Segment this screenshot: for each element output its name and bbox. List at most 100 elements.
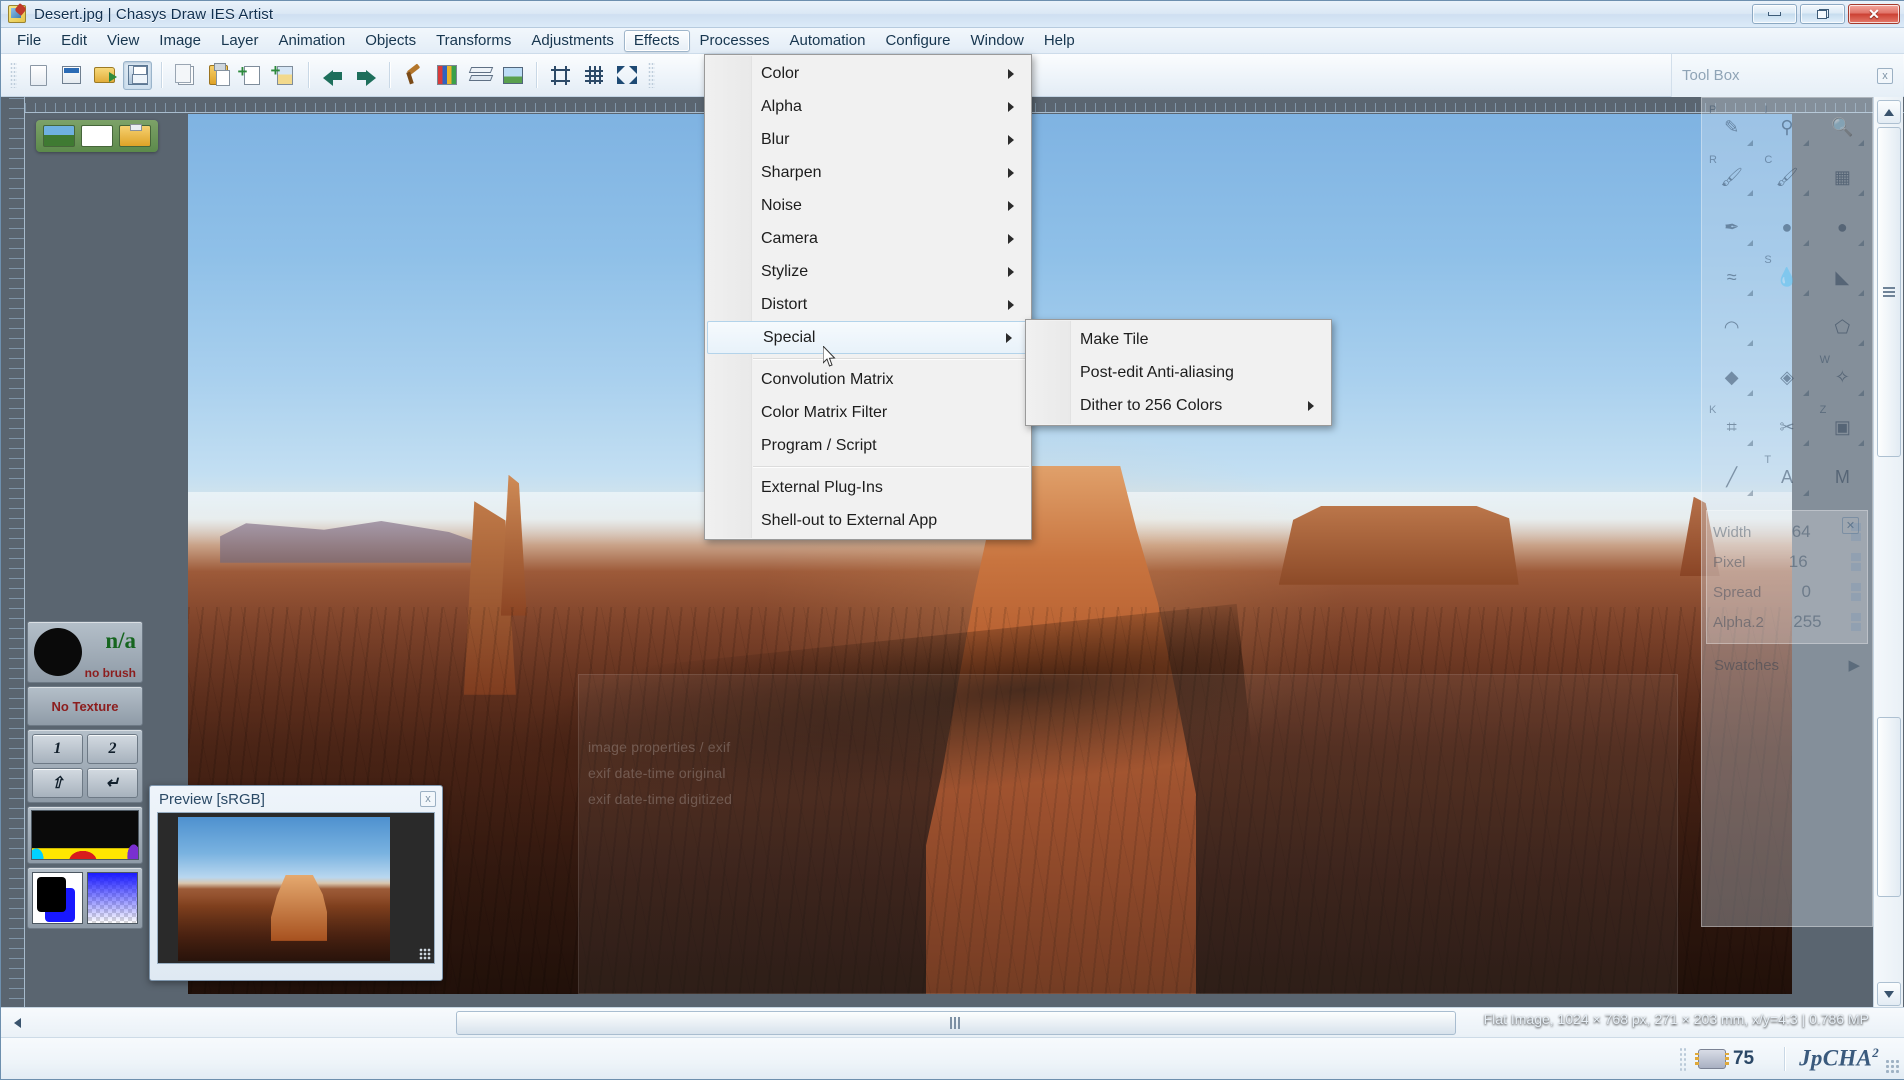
tool-water-drop[interactable]: S 💧	[1761, 254, 1812, 300]
tool-sphere-shade[interactable]: ●	[1761, 204, 1812, 250]
pad-2[interactable]: 2	[87, 734, 138, 764]
layer-chip-clipboard[interactable]	[119, 124, 151, 147]
color-panel-close-icon[interactable]: ✕	[1842, 517, 1859, 534]
menu-objects[interactable]: Objects	[355, 30, 426, 52]
menu-animation[interactable]: Animation	[269, 30, 356, 52]
fit-to-screen-button[interactable]	[612, 61, 641, 90]
tool-knife[interactable]: ✂	[1761, 404, 1812, 450]
menu-file[interactable]: File	[7, 30, 51, 52]
tool-eyedropper[interactable]: I ⚲	[1761, 104, 1812, 150]
menu-item-program-script[interactable]: Program / Script	[705, 429, 1031, 462]
tool-fill-bucket[interactable]: ◆	[1706, 354, 1757, 400]
submenu-item-dither-to-256-colors[interactable]: Dither to 256 Colors	[1026, 389, 1331, 422]
image-button[interactable]	[498, 61, 527, 90]
pad-1[interactable]: 1	[32, 734, 83, 764]
layer-chip-photo[interactable]	[43, 125, 75, 147]
brush-panel[interactable]: n/a no brush	[27, 621, 143, 683]
preview-resize-grip[interactable]	[419, 948, 431, 960]
tool-mode-letter[interactable]: M	[1817, 454, 1868, 500]
foreground-background-colors[interactable]	[32, 872, 83, 924]
vertical-scroll-thumb[interactable]	[1877, 127, 1901, 457]
menu-effects[interactable]: Effects	[623, 29, 690, 52]
texture-panel[interactable]: No Texture	[27, 686, 143, 726]
menu-window[interactable]: Window	[960, 30, 1033, 52]
menu-adjustments[interactable]: Adjustments	[521, 30, 624, 52]
pad-enter[interactable]: ↵	[87, 768, 138, 798]
menu-item-color[interactable]: Color	[705, 57, 1031, 90]
close-button[interactable]: ✕	[1848, 4, 1900, 24]
tool-crop[interactable]: K ⌗	[1706, 404, 1757, 450]
palette-button[interactable]	[432, 61, 461, 90]
tool-clone-brush[interactable]: C 🖌	[1761, 154, 1812, 200]
copy-button[interactable]	[171, 61, 200, 90]
menu-item-convolution-matrix[interactable]: Convolution Matrix	[705, 363, 1031, 396]
undo-button[interactable]	[318, 61, 347, 90]
menu-image[interactable]: Image	[149, 30, 211, 52]
layers-button[interactable]	[465, 61, 494, 90]
tool-pencil[interactable]: P ✎	[1706, 104, 1757, 150]
toolbar-grip-end[interactable]	[648, 62, 655, 88]
spread-stepper[interactable]	[1851, 583, 1861, 601]
scroll-down-button[interactable]	[1877, 982, 1901, 1006]
cpu-usage-indicator[interactable]: 75	[1694, 1048, 1754, 1070]
menu-item-camera[interactable]: Camera	[705, 222, 1031, 255]
scroll-up-button[interactable]	[1877, 100, 1901, 124]
layer-chip-blank[interactable]	[81, 125, 113, 147]
grid-button[interactable]	[579, 61, 608, 90]
scroll-left-button[interactable]	[5, 1011, 29, 1035]
field-alpha[interactable]: Alpha.2 255	[1713, 607, 1861, 637]
open-document-button[interactable]	[57, 61, 86, 90]
tool-text[interactable]: TA	[1761, 454, 1812, 500]
restore-button[interactable]	[1800, 4, 1845, 24]
tool-sphere-light[interactable]: ●	[1817, 204, 1868, 250]
menu-item-stylize[interactable]: Stylize	[705, 255, 1031, 288]
color-panel[interactable]	[27, 867, 143, 929]
preview-close-icon[interactable]: x	[420, 791, 436, 807]
menu-item-external-plugins[interactable]: External Plug-Ins	[705, 471, 1031, 504]
horizontal-scroll-thumb[interactable]	[456, 1011, 1456, 1035]
menu-item-distort[interactable]: Distort	[705, 288, 1031, 321]
foreground-color-swatch[interactable]	[37, 877, 67, 912]
crop-marks-button[interactable]	[546, 61, 575, 90]
menu-transforms[interactable]: Transforms	[426, 30, 521, 52]
menu-item-noise[interactable]: Noise	[705, 189, 1031, 222]
save-button[interactable]	[123, 60, 152, 90]
redo-button[interactable]	[351, 61, 380, 90]
alpha-stepper[interactable]	[1851, 613, 1861, 631]
minimize-button[interactable]	[1752, 4, 1797, 24]
field-spread[interactable]: Spread 0	[1713, 577, 1861, 607]
tool-polygon[interactable]: ⬠	[1817, 304, 1868, 350]
submenu-item-make-tile[interactable]: Make Tile	[1026, 323, 1331, 356]
tool-wand[interactable]: W ✧	[1817, 354, 1868, 400]
preview-window[interactable]: Preview [sRGB] x	[149, 785, 443, 981]
menu-help[interactable]: Help	[1034, 30, 1085, 52]
menu-processes[interactable]: Processes	[690, 30, 780, 52]
field-pixel[interactable]: Pixel 16	[1713, 547, 1861, 577]
field-width[interactable]: Width 64	[1713, 517, 1861, 547]
open-folder-button[interactable]	[90, 61, 119, 90]
menu-item-alpha[interactable]: Alpha	[705, 90, 1031, 123]
tool-gradient-fill[interactable]: ◈	[1761, 354, 1812, 400]
tool-effect-brush[interactable]: R 🖌	[1706, 154, 1757, 200]
menu-configure[interactable]: Configure	[875, 30, 960, 52]
toolbox-close-icon[interactable]: x	[1877, 67, 1893, 84]
toolbox-panel[interactable]: P ✎ I ⚲ 🔍 R 🖌 C 🖌 ▦ ✒ ● ● ≈ S 💧 ◣ ◠ ⬠ ◆ ◈ W ✧ …	[1701, 97, 1873, 927]
histogram-panel[interactable]	[27, 806, 143, 864]
window-resize-grip[interactable]	[1885, 1058, 1899, 1073]
tools-button[interactable]	[399, 61, 428, 90]
tool-gradient[interactable]: ◣	[1817, 254, 1868, 300]
menu-item-shell-out[interactable]: Shell-out to External App	[705, 504, 1031, 537]
tool-select-region[interactable]: Z ▣	[1817, 404, 1868, 450]
vertical-scrollbar[interactable]	[1873, 97, 1903, 1009]
new-layer-button[interactable]	[237, 61, 266, 90]
swatches-row[interactable]: Swatches ▶	[1706, 648, 1868, 682]
tool-arc[interactable]: ◠	[1706, 304, 1757, 350]
tool-airbrush[interactable]: ✒	[1706, 204, 1757, 250]
tool-paint-line[interactable]: ╱	[1706, 454, 1757, 500]
tool-smudge[interactable]: ≈	[1706, 254, 1757, 300]
pixel-stepper[interactable]	[1851, 553, 1861, 571]
new-file-button[interactable]	[24, 61, 53, 90]
menu-layer[interactable]: Layer	[211, 30, 269, 52]
paste-button[interactable]	[204, 61, 233, 90]
submenu-item-post-edit-anti-aliasing[interactable]: Post-edit Anti-aliasing	[1026, 356, 1331, 389]
